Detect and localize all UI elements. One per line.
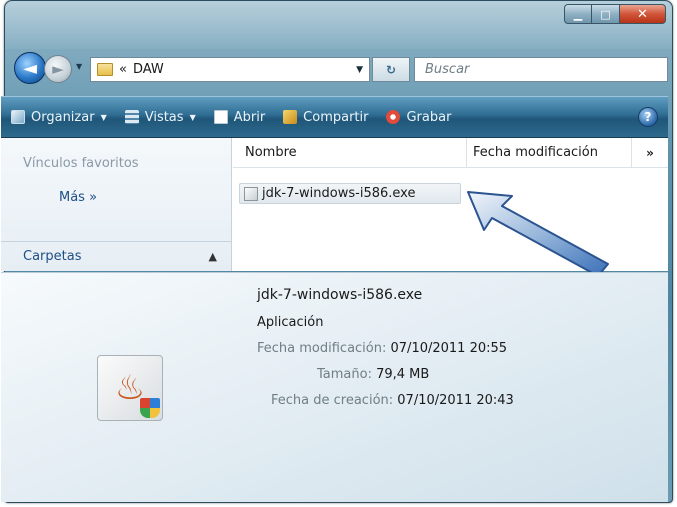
- column-headers: Nombre Fecha modificación »: [233, 138, 668, 168]
- minimize-button[interactable]: ▁: [564, 4, 592, 24]
- details-modified-row: Fecha modificación: 07/10/2011 20:55: [257, 341, 507, 356]
- command-bar: Organizar ▼ Vistas ▼ Abrir Compartir Gra…: [1, 96, 668, 138]
- uac-shield-icon: [140, 398, 160, 418]
- views-icon: [124, 110, 139, 124]
- folder-icon: [97, 63, 113, 76]
- more-columns-button[interactable]: »: [632, 146, 668, 160]
- chevron-up-icon: ▲: [208, 250, 217, 263]
- refresh-icon[interactable]: ↻: [372, 57, 410, 82]
- navigation-pane: Vínculos favoritos Más » Carpetas ▲: [1, 138, 232, 271]
- compartir-button[interactable]: Compartir: [283, 110, 368, 125]
- file-name: jdk-7-windows-i586.exe: [262, 186, 416, 201]
- details-pane: ♨ jdk-7-windows-i586.exe Aplicación Fech…: [1, 272, 668, 502]
- address-folder[interactable]: DAW: [133, 62, 164, 77]
- forward-arrow-icon[interactable]: ►: [44, 55, 72, 83]
- created-value: 07/10/2011 20:43: [397, 393, 514, 408]
- details-file-type: Aplicación: [257, 315, 324, 330]
- details-created-row: Fecha de creación: 07/10/2011 20:43: [271, 393, 514, 408]
- caption-buttons: ▁ □ ✕: [564, 4, 666, 24]
- folders-toggle[interactable]: Carpetas ▲: [1, 241, 231, 271]
- close-button[interactable]: ✕: [620, 4, 666, 24]
- column-header-name[interactable]: Nombre: [233, 138, 467, 167]
- chevron-down-icon: ▼: [189, 112, 196, 122]
- list-item[interactable]: jdk-7-windows-i586.exe: [239, 183, 461, 204]
- organizar-label: Organizar: [31, 109, 95, 125]
- more-links-link[interactable]: Más »: [59, 190, 97, 205]
- search-input[interactable]: Buscar: [414, 57, 668, 82]
- details-file-name: jdk-7-windows-i586.exe: [257, 287, 423, 303]
- vistas-button[interactable]: Vistas ▼: [124, 109, 196, 125]
- address-prefix[interactable]: «: [119, 62, 127, 77]
- grabar-label: Grabar: [406, 109, 452, 125]
- size-label: Tamaño:: [317, 367, 372, 382]
- help-icon[interactable]: ?: [638, 107, 658, 127]
- address-dropdown-icon[interactable]: ▼: [356, 65, 363, 75]
- annotation-arrow-icon: [467, 191, 609, 277]
- organize-icon: [11, 110, 25, 124]
- chevron-down-icon: ▼: [100, 112, 107, 122]
- java-installer-icon: ♨: [97, 355, 163, 421]
- modified-value: 07/10/2011 20:55: [390, 341, 508, 356]
- modified-label: Fecha modificación:: [257, 341, 387, 356]
- back-arrow-icon[interactable]: ◄: [14, 52, 46, 84]
- burn-disc-icon: [386, 110, 401, 124]
- abrir-label: Abrir: [233, 109, 266, 125]
- details-size-row: Tamaño: 79,4 MB: [317, 367, 429, 382]
- maximize-button[interactable]: □: [592, 4, 620, 24]
- abrir-button[interactable]: Abrir: [213, 109, 266, 125]
- created-label: Fecha de creación:: [271, 393, 394, 408]
- size-value: 79,4 MB: [376, 367, 430, 382]
- recent-pages-dropdown-icon[interactable]: ▼: [76, 62, 86, 74]
- share-icon: [283, 110, 298, 124]
- grabar-button[interactable]: Grabar: [386, 110, 451, 125]
- vistas-label: Vistas: [144, 109, 184, 125]
- folders-label: Carpetas: [23, 249, 82, 264]
- organizar-button[interactable]: Organizar ▼: [11, 110, 107, 125]
- compartir-label: Compartir: [303, 109, 369, 125]
- address-bar[interactable]: « DAW ▼: [90, 57, 370, 82]
- exe-file-icon: [244, 186, 258, 201]
- open-icon: [213, 110, 228, 124]
- favorite-links-title: Vínculos favoritos: [23, 156, 139, 171]
- column-header-date[interactable]: Fecha modificación: [467, 138, 632, 167]
